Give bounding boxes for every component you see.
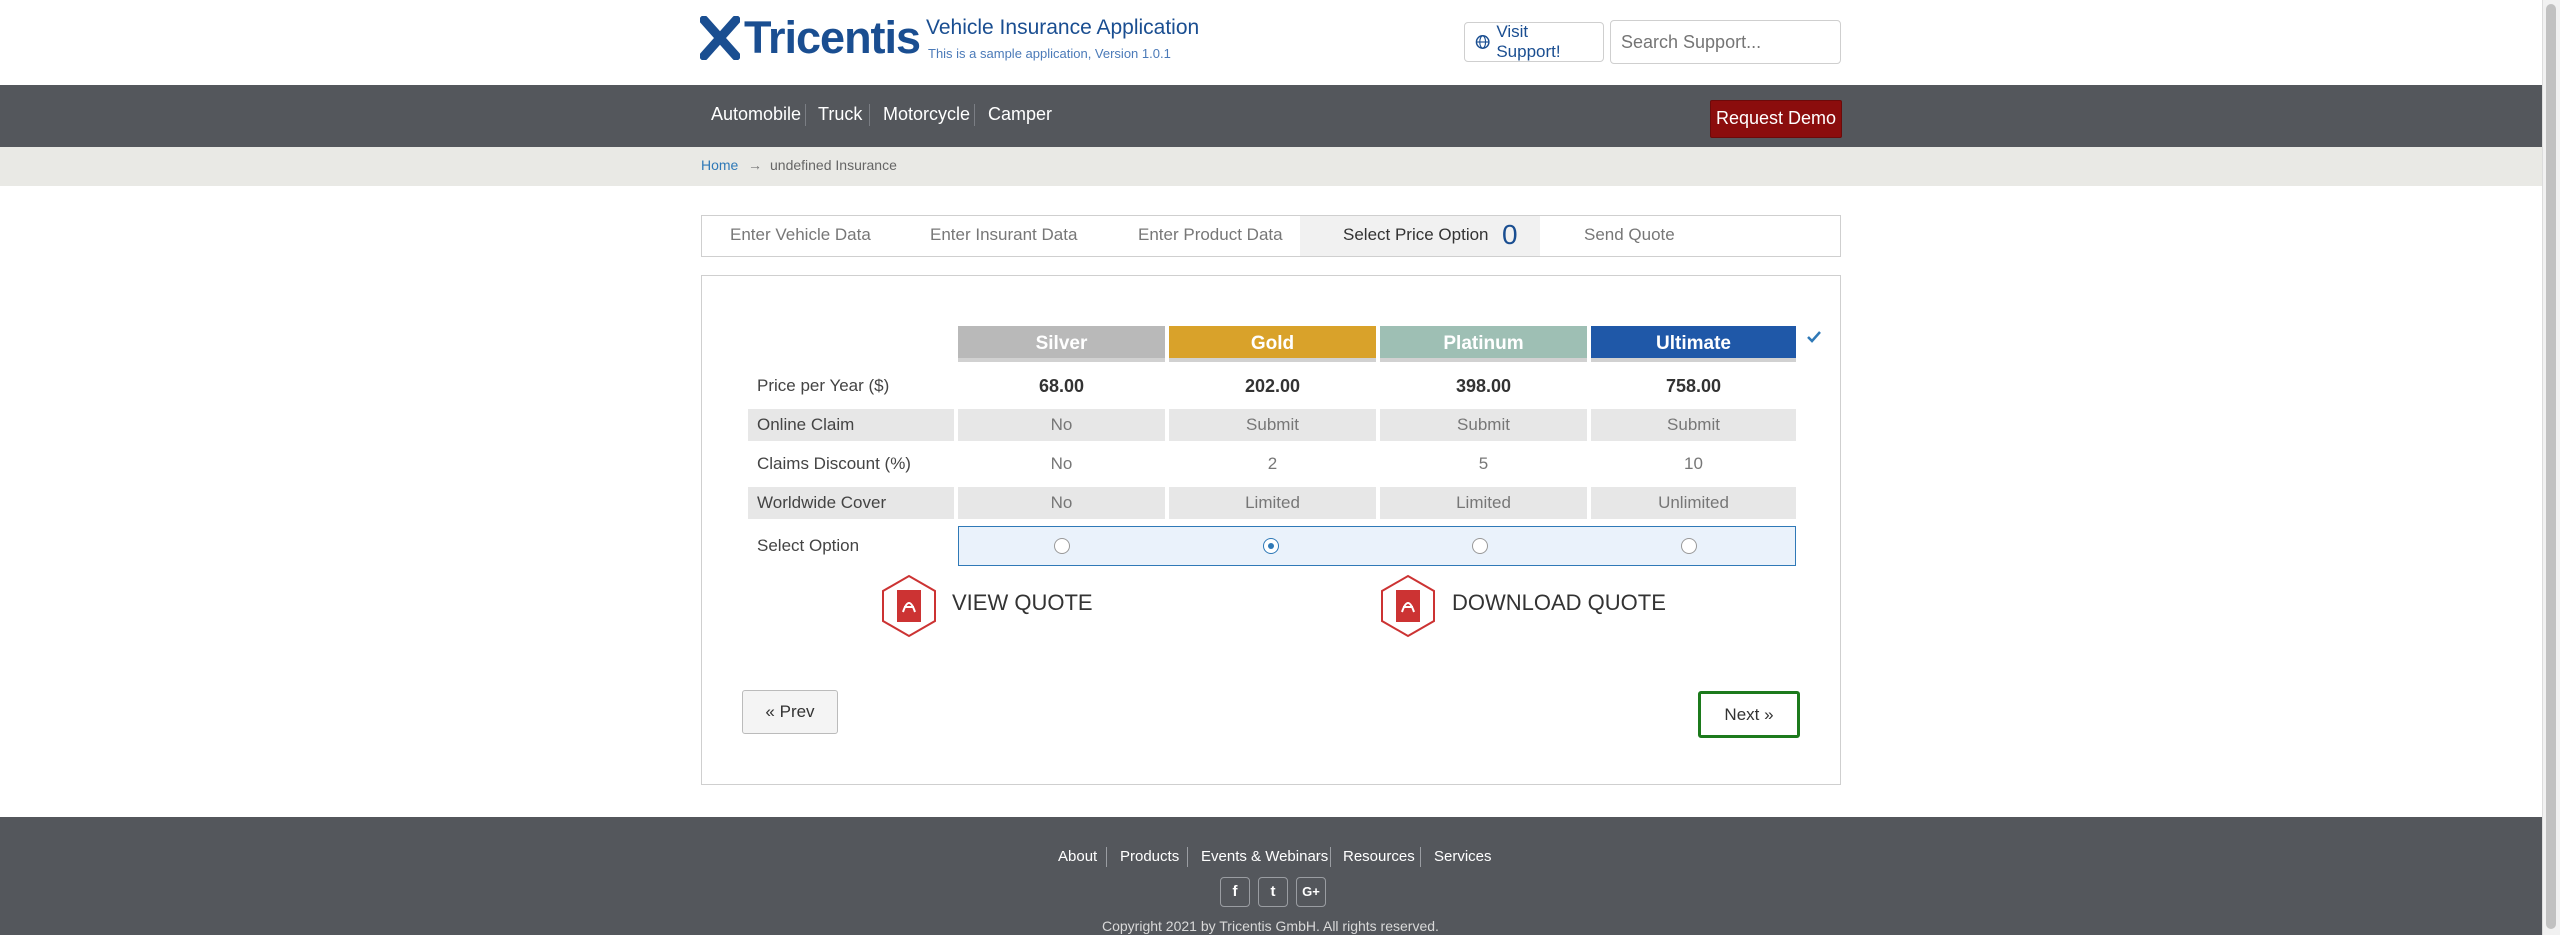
breadcrumb-home[interactable]: Home <box>701 157 738 173</box>
column-gold: Gold <box>1169 326 1376 362</box>
search-box <box>1610 20 1855 64</box>
checkmark-icon <box>1807 331 1821 343</box>
price-silver: 68.00 <box>1038 376 1085 396</box>
facebook-icon[interactable]: f <box>1220 877 1250 907</box>
logo-text: Tricentis <box>744 12 921 63</box>
worldwide-cover-gold: Limited <box>1169 487 1376 519</box>
nav-camper[interactable]: Camper <box>988 104 1052 125</box>
footer-events-webinars[interactable]: Events & Webinars <box>1201 848 1328 865</box>
tab-enter-vehicle-data[interactable]: Enter Vehicle Data <box>730 225 871 245</box>
worldwide-cover-ultimate: Unlimited <box>1591 487 1796 519</box>
tab-enter-insurant-data[interactable]: Enter Insurant Data <box>930 225 1077 245</box>
visit-support-label: Visit Support! <box>1496 22 1561 61</box>
tab-send-quote[interactable]: Send Quote <box>1584 225 1675 245</box>
worldwide-cover-silver: No <box>958 487 1165 519</box>
request-demo-button[interactable]: Request Demo <box>1710 100 1842 138</box>
column-silver: Silver <box>958 326 1165 362</box>
nav-motorcycle[interactable]: Motorcycle <box>883 104 970 125</box>
breadcrumb <box>0 147 2542 186</box>
globe-icon <box>1475 35 1490 49</box>
price-platinum: 398.00 <box>1455 376 1512 396</box>
copyright-text: Copyright 2021 by Tricentis GmbH. All ri… <box>1102 918 1439 934</box>
pdf-download-icon[interactable] <box>1376 574 1440 638</box>
row-label-price: Price per Year ($) <box>757 376 890 395</box>
nav-automobile[interactable]: Automobile <box>711 104 801 125</box>
app-subtitle: This is a sample application, Version 1.… <box>928 46 1171 61</box>
twitter-icon[interactable]: t <box>1258 877 1288 907</box>
footer-products[interactable]: Products <box>1120 848 1179 865</box>
prev-button[interactable]: « Prev <box>742 690 838 734</box>
column-ultimate: Ultimate <box>1591 326 1796 362</box>
online-claim-platinum: Submit <box>1380 409 1587 441</box>
online-claim-ultimate: Submit <box>1591 409 1796 441</box>
next-button[interactable]: Next » <box>1698 691 1800 738</box>
tab-enter-product-data[interactable]: Enter Product Data <box>1138 225 1283 245</box>
search-input[interactable] <box>1611 30 1855 54</box>
nav-truck[interactable]: Truck <box>818 104 862 125</box>
radio-platinum[interactable] <box>1472 538 1488 554</box>
online-claim-gold: Submit <box>1169 409 1376 441</box>
claims-discount-ultimate: 10 <box>1684 454 1703 473</box>
select-option-group <box>958 526 1796 566</box>
google-plus-icon[interactable]: G+ <box>1296 877 1326 907</box>
radio-gold[interactable] <box>1263 538 1279 554</box>
row-label-select-option: Select Option <box>757 536 860 555</box>
price-ultimate: 758.00 <box>1665 376 1722 396</box>
online-claim-silver: No <box>958 409 1165 441</box>
view-quote-link[interactable]: VIEW QUOTE <box>952 590 1093 616</box>
worldwide-cover-platinum: Limited <box>1380 487 1587 519</box>
app-title: Vehicle Insurance Application <box>926 16 1200 39</box>
claims-discount-platinum: 5 <box>1478 454 1489 473</box>
visit-support-button[interactable]: Visit Support! <box>1464 22 1604 62</box>
row-label-online-claim: Online Claim <box>748 409 954 441</box>
claims-discount-gold: 2 <box>1267 454 1278 473</box>
row-label-claims-discount: Claims Discount (%) <box>757 454 911 473</box>
tab-count-badge: 0 <box>1502 219 1518 250</box>
breadcrumb-current: undefined Insurance <box>770 157 897 173</box>
footer-services[interactable]: Services <box>1434 848 1492 865</box>
footer-resources[interactable]: Resources <box>1343 848 1415 865</box>
pdf-view-icon[interactable] <box>877 574 941 638</box>
price-gold: 202.00 <box>1244 376 1301 396</box>
radio-silver[interactable] <box>1054 538 1070 554</box>
row-label-worldwide-cover: Worldwide Cover <box>748 487 954 519</box>
column-platinum: Platinum <box>1380 326 1587 362</box>
footer-about[interactable]: About <box>1058 848 1097 865</box>
claims-discount-silver: No <box>1050 454 1073 473</box>
breadcrumb-arrow: → <box>748 157 762 173</box>
radio-ultimate[interactable] <box>1681 538 1697 554</box>
tab-select-price-option[interactable]: Select Price Option <box>1343 225 1489 245</box>
logo[interactable]: Tricentis <box>700 12 921 64</box>
download-quote-link[interactable]: DOWNLOAD QUOTE <box>1452 590 1666 616</box>
tricentis-x-icon <box>700 16 740 60</box>
scrollbar-thumb[interactable] <box>2546 4 2556 929</box>
main-nav <box>0 85 2542 147</box>
